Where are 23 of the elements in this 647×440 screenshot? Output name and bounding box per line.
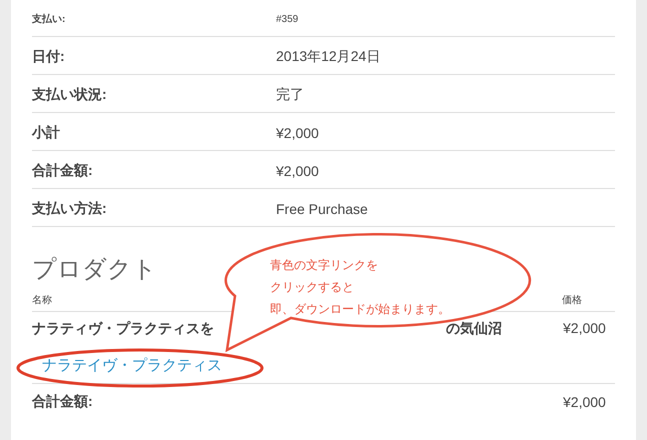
field-label: 小計 [32,124,61,142]
field-label: 日付: [32,48,66,66]
field-value: Free Purchase [276,200,369,216]
field-label: 支払い: [32,12,66,26]
section-heading: プロダクト [32,255,157,285]
field-label: 支払い方法: [32,200,108,218]
field-label: 支払い状況: [32,86,108,104]
field-value: 完了 [276,86,305,104]
field-value: ¥2,000 [276,124,320,140]
callout-text: 即、ダウンロードが始まります。 [270,301,450,317]
field-value: ¥2,000 [276,162,320,178]
product-name: の気仙沼 [446,320,502,338]
column-header: 名称 [32,294,52,307]
product-price: ¥2,000 [563,320,607,338]
field-value: 2013年12月24日 [276,48,382,66]
field-value: #359 [276,14,300,24]
callout-text: 青色の文字リンクを [270,257,379,273]
product-name: ナラティヴ・プラクティスを [32,320,214,338]
total-value: ¥2,000 [563,394,607,410]
field-label: 合計金額: [32,162,94,180]
total-label: 合計金額: [32,393,93,411]
column-header: 価格 [562,294,582,307]
callout-text: クリックすると [270,279,355,295]
